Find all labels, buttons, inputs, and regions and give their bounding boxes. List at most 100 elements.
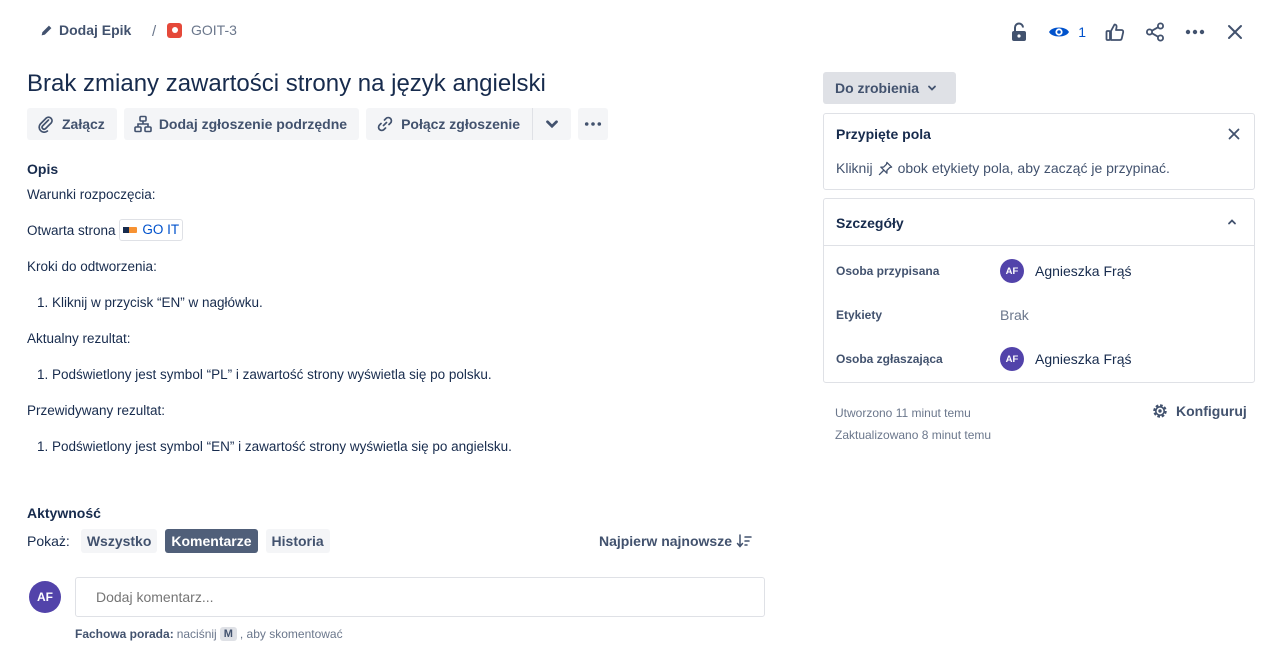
issue-timestamps: Utworzono 11 minut temu Zaktualizowano 8… [835,402,991,446]
pinned-fields-hint: Kliknij obok etykiety pola, aby zacząć j… [836,160,1170,176]
ellipsis-icon [585,122,602,126]
more-toolbar-button[interactable] [578,108,609,140]
link-issue-dropdown[interactable] [532,108,572,140]
header-actions: 1 [1008,18,1246,46]
tip-after: , aby skomentować [239,627,343,641]
open-page-line: Otwarta strona GO IT [27,219,767,258]
actual-result-item: 1. Podświetlony jest symbol “PL” i zawar… [37,367,492,382]
chevron-up-icon [1228,219,1236,225]
link-issue-split-button: Połącz zgłoszenie [366,108,572,140]
expected-result-item: 1. Podświetlony jest symbol “EN” i zawar… [37,439,512,454]
reporter-name: Agnieszka Frąś [1035,351,1132,367]
current-user-avatar: AF [29,581,61,613]
open-page-text: Otwarta strona [27,223,116,239]
filter-all-button[interactable]: Wszystko [80,529,158,553]
created-timestamp: Utworzono 11 minut temu [835,406,971,420]
share-button[interactable] [1144,18,1166,46]
like-button[interactable] [1104,18,1126,46]
field-reporter: Osoba zgłaszająca AF Agnieszka Frąś [836,345,1246,373]
link-issue-button[interactable]: Połącz zgłoszenie [366,108,533,140]
issue-toolbar: Załącz Dodaj zgłoszenie podrzędne Połącz… [27,108,609,140]
field-label: Osoba przypisana [836,264,940,278]
filter-comments-button[interactable]: Komentarze [165,529,258,553]
issue-key: GOIT-3 [191,22,237,38]
gear-icon [1153,404,1167,418]
pencil-icon [41,25,52,35]
close-button[interactable] [1224,18,1246,46]
eye-icon [1049,27,1070,37]
status-label: Do zrobienia [835,80,920,96]
assignee-value[interactable]: AF Agnieszka Frąś [1000,259,1131,283]
reporter-value[interactable]: AF Agnieszka Frąś [1000,347,1131,371]
field-label: Osoba zgłaszająca [836,352,943,366]
attach-button[interactable]: Załącz [27,108,117,140]
avatar: AF [1000,259,1024,283]
field-labels: Etykiety Brak [836,301,1246,329]
add-child-issue-button[interactable]: Dodaj zgłoszenie podrzędne [123,108,360,140]
thumbs-up-icon [1105,23,1125,41]
details-title: Szczegóły [836,215,904,231]
attach-label: Załącz [62,116,105,132]
close-icon[interactable] [1226,126,1242,142]
sort-label: Najpierw najnowsze [598,533,732,549]
status-dropdown[interactable]: Do zrobienia [823,72,956,104]
details-panel: Szczegóły Osoba przypisana AF Agnieszka … [823,198,1255,383]
unlock-icon [1012,22,1027,41]
sort-descending-icon [736,534,752,548]
bug-icon [167,22,182,38]
pinned-hint-after: obok etykiety pola, aby zacząć je przypi… [897,160,1170,176]
issue-title[interactable]: Brak zmiany zawartości strony na język a… [27,70,546,98]
step-item: 1. Kliknij w przycisk “EN” w nagłówku. [37,295,263,310]
field-assignee: Osoba przypisana AF Agnieszka Frąś [836,257,1246,285]
preconditions-heading: Warunki rozpoczęcia: [27,187,156,202]
configure-button[interactable]: Konfiguruj [1151,402,1247,420]
watch-button[interactable]: 1 [1048,24,1086,40]
watch-count: 1 [1078,24,1086,40]
goit-smart-link[interactable]: GO IT [119,219,184,241]
pinned-hint-before: Kliknij [836,160,873,176]
activity-filter-row: Pokaż: Wszystko Komentarze Historia [27,529,330,553]
chevron-down-icon [546,120,558,129]
comment-tip: Fachowa porada: naciśnij M , aby skoment… [75,627,343,641]
hierarchy-icon [134,115,152,133]
description-label: Opis [27,161,59,177]
filter-history-button[interactable]: Historia [265,529,330,553]
share-icon [1146,22,1164,42]
avatar: AF [1000,347,1024,371]
issue-header: Dodaj Epik / GOIT-3 1 [0,0,1268,64]
actual-result-heading: Aktualny rezultat: [27,331,131,346]
chevron-down-icon [928,85,936,91]
close-icon [1228,25,1242,39]
ellipsis-icon [1185,29,1205,35]
assignee-name: Agnieszka Frąś [1035,263,1132,279]
tip-key: M [219,627,237,641]
show-label: Pokaż: [27,533,70,549]
pin-icon [878,161,892,175]
link-icon [377,116,393,132]
activity-label: Aktywność [27,505,101,521]
description-body[interactable]: Warunki rozpoczęcia: Otwarta strona GO I… [27,186,767,474]
details-header[interactable]: Szczegóły [824,199,1254,246]
labels-value[interactable]: Brak [1000,307,1029,323]
steps-heading: Kroki do odtworzenia: [27,259,157,274]
pinned-fields-title: Przypięte pola [836,126,931,142]
configure-label: Konfiguruj [1176,403,1247,419]
more-actions-button[interactable] [1184,18,1206,46]
expected-result-heading: Przewidywany rezultat: [27,403,166,418]
pinned-fields-panel: Przypięte pola Kliknij obok etykiety pol… [823,113,1255,190]
goit-favicon-icon [123,227,138,233]
add-epic-button[interactable]: Dodaj Epik [40,22,131,38]
issue-key-link[interactable]: GOIT-3 [167,22,237,38]
lock-button[interactable] [1008,18,1030,46]
updated-timestamp: Zaktualizowano 8 minut temu [835,428,992,442]
tip-bold: Fachowa porada: [75,627,174,641]
tip-before: naciśnij [176,627,217,641]
comment-input[interactable] [75,577,765,617]
breadcrumb-separator: / [152,23,157,40]
field-label: Etykiety [836,308,883,322]
add-child-label: Dodaj zgłoszenie podrzędne [158,116,348,132]
add-epic-label: Dodaj Epik [59,22,132,38]
sort-newest-button[interactable]: Najpierw najnowsze [599,533,752,549]
goit-link-text: GO IT [142,222,180,237]
link-issue-label: Połącz zgłoszenie [401,116,521,132]
